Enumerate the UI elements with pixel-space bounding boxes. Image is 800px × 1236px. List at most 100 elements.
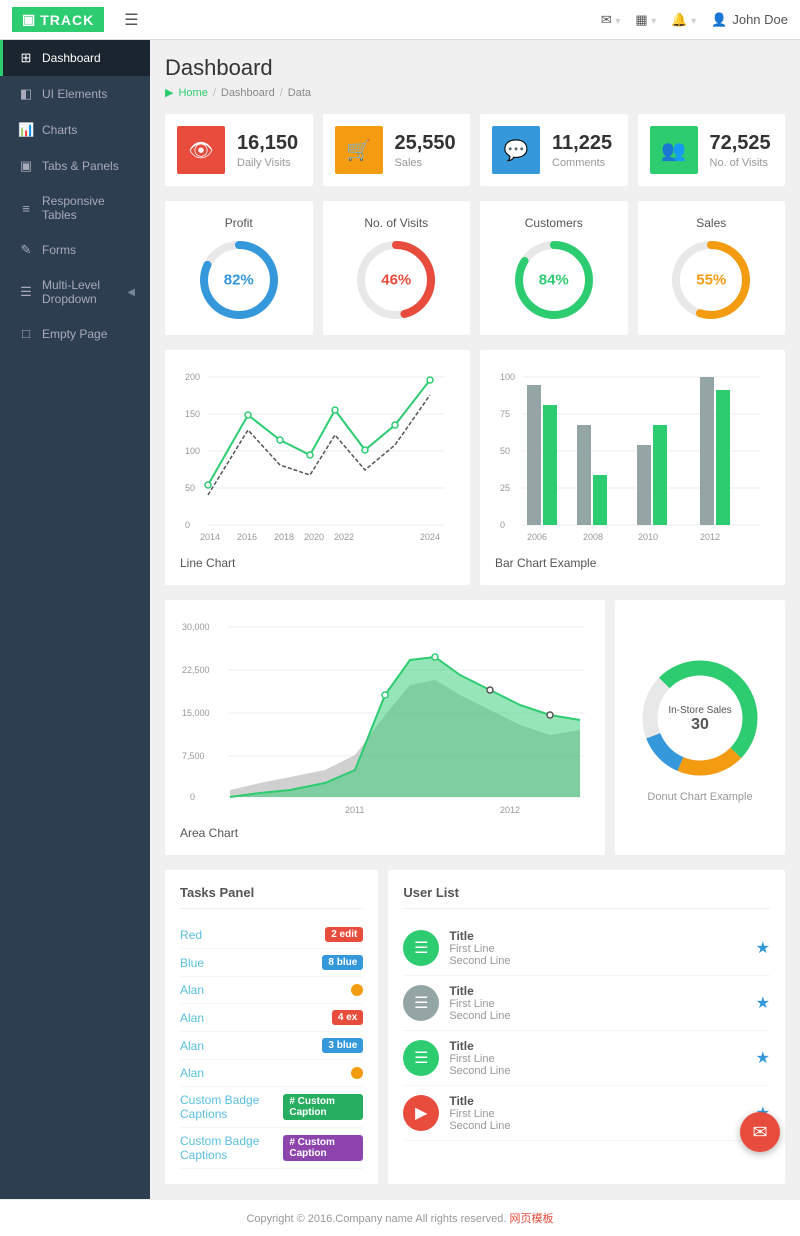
task-name[interactable]: Red (180, 928, 202, 942)
area-row: 30,000 22,500 15,000 7,500 0 (165, 600, 785, 855)
sidebar-item-dashboard[interactable]: ⊞ Dashboard (0, 40, 150, 76)
svg-text:2010: 2010 (638, 532, 658, 542)
stat-card-info: 11,225 Comments (552, 132, 612, 169)
sidebar-label: UI Elements (42, 87, 135, 101)
task-name[interactable]: Custom Badge Captions (180, 1134, 283, 1162)
svg-text:100: 100 (500, 372, 515, 382)
page-title: Dashboard (165, 55, 785, 81)
sidebar-label: Tabs & Panels (42, 159, 135, 173)
user-star-icon[interactable]: ★ (756, 938, 770, 958)
sidebar-label: Dashboard (42, 51, 135, 65)
grid-icon[interactable]: ▦ ▾ (635, 12, 656, 28)
tasks-list: Red2 editBlue8 blueAlanAlan4 exAlan3 blu… (180, 921, 363, 1169)
donut-card-title: Profit (180, 216, 298, 230)
area-chart-panel: 30,000 22,500 15,000 7,500 0 (165, 600, 605, 855)
task-name[interactable]: Alan (180, 1066, 204, 1080)
main-content: Dashboard ▶ Home / Dashboard / Data 👁 16… (150, 40, 800, 1199)
donut-card-title: No. of Visits (338, 216, 456, 230)
stat-card-label: Comments (552, 157, 612, 169)
footer-link[interactable]: 网页模板 (510, 1213, 554, 1225)
svg-text:2018: 2018 (274, 532, 294, 542)
svg-text:2024: 2024 (420, 532, 440, 542)
svg-text:2020: 2020 (304, 532, 324, 542)
user-star-icon[interactable]: ★ (756, 1048, 770, 1068)
breadcrumb-dashboard: Dashboard (221, 87, 275, 99)
tasks-panel: Tasks Panel Red2 editBlue8 blueAlanAlan4… (165, 870, 378, 1184)
top-nav-left: ▣ TRACK ☰ (12, 7, 139, 32)
sidebar-icon: □ (18, 326, 34, 341)
footer: Copyright © 2016.Company name All rights… (0, 1199, 800, 1236)
sidebar-item-responsive-tables[interactable]: ≡ Responsive Tables (0, 184, 150, 232)
donut-card: Sales 55% (638, 201, 786, 335)
svg-text:200: 200 (185, 372, 200, 382)
mail-icon[interactable]: ✉ ▾ (601, 12, 621, 28)
donut-cards-row: Profit 82% No. of Visits 46% Customers 8… (165, 201, 785, 335)
sidebar-item-ui-elements[interactable]: ◧ UI Elements (0, 76, 150, 112)
area-chart-svg: 30,000 22,500 15,000 7,500 0 (180, 615, 590, 815)
sidebar-icon: 📊 (18, 122, 34, 138)
stat-card-info: 25,550 Sales (395, 132, 456, 169)
donut-wrapper: 46% (356, 240, 436, 320)
user-line1: First Line (449, 943, 755, 955)
sidebar-item-empty-page[interactable]: □ Empty Page (0, 316, 150, 351)
svg-text:2014: 2014 (200, 532, 220, 542)
sidebar-item-charts[interactable]: 📊 Charts (0, 112, 150, 148)
user-item: ☰ Title First Line Second Line ★ (403, 1031, 770, 1086)
donut-wrapper: 55% (671, 240, 751, 320)
task-name[interactable]: Alan (180, 1039, 204, 1053)
svg-text:15,000: 15,000 (182, 708, 210, 718)
task-item: Blue 8 blue (180, 949, 363, 977)
donut-card-title: Sales (653, 216, 771, 230)
brand-logo: ▣ TRACK (12, 7, 104, 32)
donut-chart-svg: In-Store Sales 30 (635, 653, 765, 783)
svg-text:2011: 2011 (345, 805, 364, 815)
user-star-icon[interactable]: ★ (756, 993, 770, 1013)
svg-text:2012: 2012 (500, 805, 520, 815)
stat-card: 👥 72,525 No. of Visits (638, 114, 786, 186)
task-item: Custom Badge Captions# Custom Caption (180, 1087, 363, 1128)
sidebar: ⊞ Dashboard ◧ UI Elements 📊 Charts ▣ Tab… (0, 40, 150, 1199)
task-badge: 8 blue (322, 955, 363, 970)
svg-text:50: 50 (500, 446, 510, 456)
svg-text:30,000: 30,000 (182, 622, 210, 632)
username-label: John Doe (732, 12, 788, 27)
svg-text:0: 0 (190, 792, 195, 802)
users-list: ☰ Title First Line Second Line ★☰ Title … (403, 921, 770, 1141)
task-badge: 2 edit (325, 927, 363, 942)
stat-card-number: 72,525 (710, 132, 771, 155)
user-title: Title (449, 929, 755, 943)
stat-card-number: 11,225 (552, 132, 612, 155)
task-name[interactable]: Alan (180, 1011, 204, 1025)
sidebar-label: Charts (42, 123, 135, 137)
breadcrumb: ▶ Home / Dashboard / Data (165, 86, 785, 99)
svg-text:30: 30 (691, 716, 709, 733)
hamburger-icon[interactable]: ☰ (124, 10, 138, 30)
stat-card-label: Sales (395, 157, 456, 169)
user-menu[interactable]: 👤 John Doe (711, 12, 788, 28)
task-name[interactable]: Alan (180, 983, 204, 997)
sidebar-label: Empty Page (42, 327, 135, 341)
bell-icon[interactable]: 🔔 ▾ (671, 12, 696, 28)
task-badge: 4 ex (332, 1010, 363, 1025)
user-info-text: Title First Line Second Line (449, 1094, 755, 1132)
sidebar-item-tabs-&-panels[interactable]: ▣ Tabs & Panels (0, 148, 150, 184)
svg-text:22,500: 22,500 (182, 665, 210, 675)
svg-text:In-Store Sales: In-Store Sales (668, 705, 731, 716)
line-chart-title: Line Chart (180, 556, 455, 570)
task-name[interactable]: Blue (180, 956, 204, 970)
breadcrumb-data: Data (288, 87, 311, 99)
breadcrumb-home[interactable]: Home (178, 87, 207, 99)
sidebar-item-multi-level-dropdown[interactable]: ☰ Multi-Level Dropdown ◀ (0, 268, 150, 316)
sidebar-item-forms[interactable]: ✎ Forms (0, 232, 150, 268)
fab-button[interactable]: ✉ (740, 1112, 780, 1152)
stat-card-label: No. of Visits (710, 157, 771, 169)
donut-wrapper: 82% (199, 240, 279, 320)
line-chart-svg: 200 150 100 50 0 (180, 365, 450, 545)
brand-name: TRACK (40, 12, 94, 28)
svg-text:2016: 2016 (237, 532, 257, 542)
task-name[interactable]: Custom Badge Captions (180, 1093, 283, 1121)
stat-card-number: 25,550 (395, 132, 456, 155)
user-title: Title (449, 984, 755, 998)
stat-card: 💬 11,225 Comments (480, 114, 628, 186)
svg-text:150: 150 (185, 409, 200, 419)
